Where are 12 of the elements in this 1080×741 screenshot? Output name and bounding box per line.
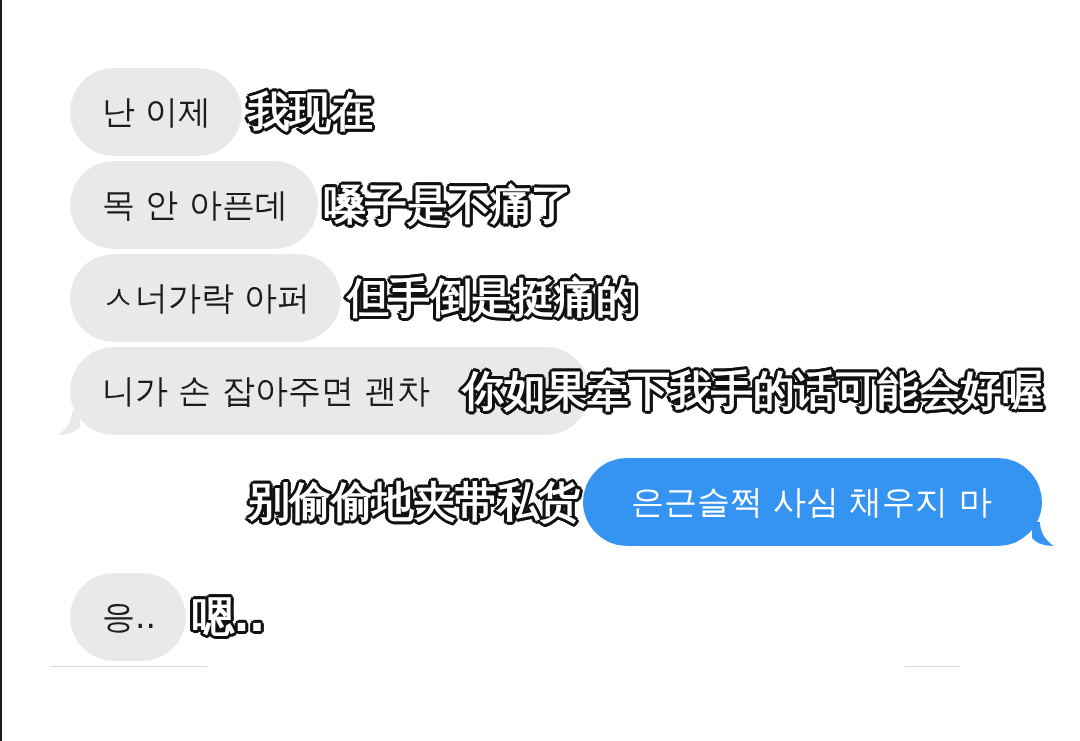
message-text: 난 이제 (102, 90, 212, 133)
message-text: ㅅ너가락 아퍼 (102, 276, 311, 319)
caption-text: 嗯.. (189, 590, 266, 643)
message-text: 목 안 아픈데 (102, 183, 288, 226)
caption-text: 嗓子是不痛了 (319, 175, 578, 235)
message-text: 니가 손 잡아주면 괜차 (102, 369, 431, 412)
caption-text: 别偷偷地夹带私货 (242, 472, 585, 532)
caption-text: 我现在 (242, 82, 377, 142)
message-text: 은근슬쩍 사심 채우지 마 (630, 480, 992, 523)
caption-text: 但手倒是挺痛的 (341, 268, 642, 328)
caption-text: 你如果牵下我手的话可能会好喔 (457, 361, 1049, 421)
message-text: 응.. (102, 595, 156, 638)
